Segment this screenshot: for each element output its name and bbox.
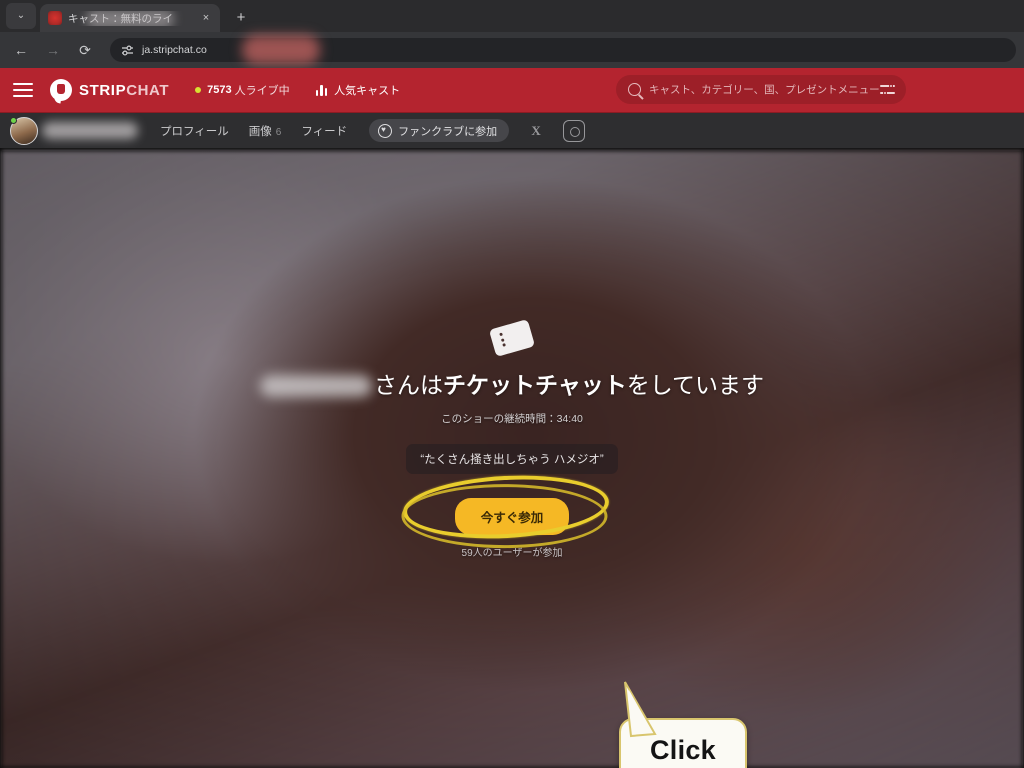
logo-text-strip: STRIP [79,81,127,99]
tab-search-button[interactable]: ⌄ [6,3,36,29]
join-user-count: 59人のユーザーが参加 [461,548,563,559]
logo-text-chat: CHAT [126,81,170,99]
model-name-redaction [42,122,138,139]
ticket-icon [488,319,536,357]
address-bar-redaction [242,35,320,65]
tab-photos[interactable]: 画像 6 [249,123,282,139]
join-now-button[interactable]: 今すぐ参加 [454,498,570,535]
tune-icon[interactable] [120,43,134,57]
search-bar[interactable]: キャスト、カテゴリー、国、プレゼントメニュー [616,75,906,104]
forward-icon[interactable]: → [40,37,66,63]
tab-photos-count: 6 [275,126,282,138]
browser-tab[interactable]: キャスト：無料のライ × [40,4,220,32]
tab-feed-label: フィード [301,125,348,138]
popular-cast-label: 人気キャスト [334,85,401,97]
ticket-show-overlay: さんは チケットチャット をしています このショーの継続時間：34:40 “たくさん… [0,148,1024,768]
model-nav-links: プロフィール 画像 6 フィード [160,123,347,139]
tab-photos-label: 画像 [248,125,272,138]
model-nav-bar: プロフィール 画像 6 フィード ファンクラブに参加 X [0,112,1024,148]
instagram-icon[interactable] [563,119,586,142]
live-count-number: 7573 [207,84,232,96]
hamburger-icon[interactable] [10,77,36,103]
live-dot-icon [195,87,202,93]
click-callout: Click [619,681,747,768]
site-logo[interactable]: STRIPCHAT [50,79,169,101]
browser-window: ⌄ キャスト：無料のライ × + ← → ⟳ ja.stripchat.co S… [0,0,1024,768]
tab-strip: ⌄ キャスト：無料のライ × + [0,0,1024,32]
address-bar[interactable]: ja.stripchat.co [110,35,1016,65]
username-redaction [259,374,372,397]
join-zone: 今すぐ参加 59人のユーザーが参加 [401,470,611,559]
new-tab-button[interactable]: + [228,4,254,30]
join-fanclub-button[interactable]: ファンクラブに参加 [369,119,510,142]
bar-chart-icon [315,84,328,96]
address-bar-url: ja.stripchat.co [142,44,207,56]
search-placeholder: キャスト、カテゴリー、国、プレゼントメニュー [649,84,880,96]
headline-suffix: さんは [373,372,443,398]
popular-cast-link[interactable]: 人気キャスト [315,82,401,98]
site-header: STRIPCHAT 7573 人ライブ中 人気キャスト キャスト、カテゴリー、国… [0,68,1024,112]
search-icon [628,83,641,96]
live-count-label: 人ライブ中 [234,85,290,97]
callout-tail-icon [621,681,683,768]
reload-icon[interactable]: ⟳ [72,37,98,63]
back-icon[interactable]: ← [8,37,34,63]
stripchat-logo-icon [50,79,72,101]
show-topic: “たくさん掻き出しちゃう ハメジオ” [406,444,618,474]
headline-strong: チケットチャット [442,372,627,398]
tab-title: キャスト：無料のライ [68,10,198,26]
filter-icon[interactable] [879,83,895,96]
heart-icon [378,123,393,138]
show-duration: このショーの継続時間：34:40 [441,413,583,425]
video-stage: さんは チケットチャット をしています このショーの継続時間：34:40 “たくさん… [0,148,1024,768]
avatar[interactable] [10,116,38,145]
live-count[interactable]: 7573 人ライブ中 [195,82,290,98]
headline-tail: をしています [626,372,765,398]
site-logo-text: STRIPCHAT [79,82,169,99]
x-twitter-icon[interactable]: X [525,120,547,142]
browser-toolbar: ← → ⟳ ja.stripchat.co [0,32,1024,68]
join-fanclub-label: ファンクラブに参加 [398,125,498,138]
tab-profile-label: プロフィール [160,125,229,138]
close-icon[interactable]: × [198,10,214,26]
site-favicon [48,11,62,25]
online-status-dot-icon [10,116,17,124]
tab-profile[interactable]: プロフィール [160,123,229,139]
tab-feed[interactable]: フィード [301,123,347,139]
page-title: さんは チケットチャット をしています [259,372,765,398]
